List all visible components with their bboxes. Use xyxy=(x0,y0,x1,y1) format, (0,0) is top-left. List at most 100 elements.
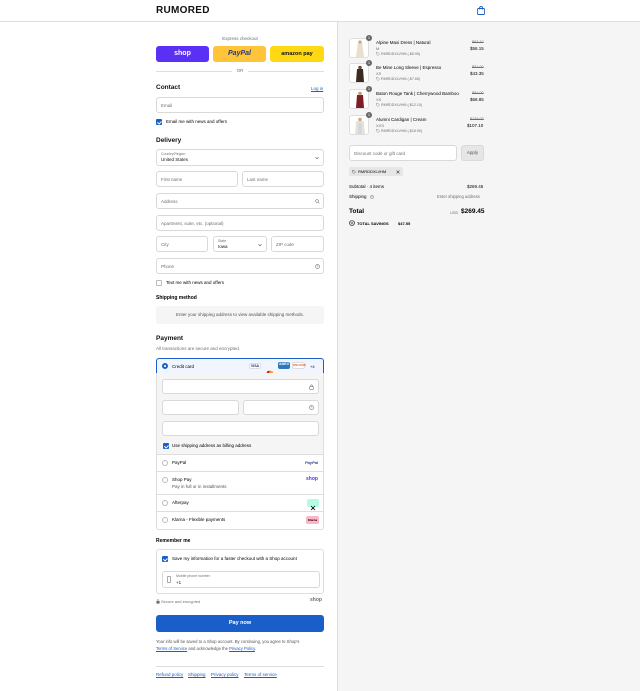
shop-pay-radio[interactable] xyxy=(162,477,168,483)
original-price: $63.10 xyxy=(472,40,484,44)
privacy-policy-footer-link[interactable]: Privacy policy xyxy=(211,672,239,677)
close-icon[interactable] xyxy=(396,169,400,174)
product-variant: XS xyxy=(376,97,382,102)
discount-code-line: RMRDDXLVHM (-$12.15) xyxy=(381,103,423,107)
shopping-bag-icon[interactable] xyxy=(477,6,485,15)
express-checkout-label: Express checkout xyxy=(222,36,258,41)
quantity-badge: 1 xyxy=(366,112,372,118)
help-icon[interactable]: ? xyxy=(309,405,314,410)
paypal-button[interactable]: PayPal xyxy=(213,46,266,62)
tag-icon xyxy=(376,77,380,81)
chevron-down-icon xyxy=(258,243,262,247)
text-news-checkbox[interactable] xyxy=(156,280,162,286)
country-value: United States xyxy=(161,157,189,162)
original-price: $126.00 xyxy=(470,117,484,121)
help-icon[interactable]: ? xyxy=(315,264,320,269)
apply-button[interactable]: Apply xyxy=(461,145,484,161)
card-number-field[interactable] xyxy=(162,379,319,394)
state-label: State xyxy=(218,239,227,243)
site-header: RUMORED xyxy=(0,0,640,22)
svg-text:?: ? xyxy=(371,196,373,199)
secure-label: Secure and encrypted xyxy=(161,599,201,604)
login-link[interactable]: Log in xyxy=(311,86,323,91)
mobile-phone-icon xyxy=(167,576,171,583)
remember-me-title: Remember me xyxy=(156,538,191,544)
afterpay-option-label: Afterpay xyxy=(172,500,189,505)
lock-icon xyxy=(156,599,160,604)
quantity-badge: 1 xyxy=(366,35,372,41)
credit-card-radio[interactable] xyxy=(162,363,168,369)
product-name: Be Mine Long Sleeve | Espresso xyxy=(376,65,442,70)
discount-code-field[interactable]: Discount code or gift card xyxy=(349,145,457,161)
total-value: $269.45 xyxy=(461,208,485,215)
address-field[interactable]: Address xyxy=(156,193,324,209)
payment-title: Payment xyxy=(156,335,184,342)
product-variant: XXS xyxy=(376,123,385,128)
product-thumbnail xyxy=(349,38,369,58)
city-field[interactable]: City xyxy=(156,236,208,252)
save-info-checkbox[interactable] xyxy=(162,556,168,562)
paypal-radio[interactable] xyxy=(162,460,168,466)
store-logo[interactable]: RUMORED xyxy=(156,5,210,16)
quantity-badge: 1 xyxy=(366,86,372,92)
mobile-phone-label: Mobile phone number xyxy=(176,574,210,578)
email-placeholder: Email xyxy=(161,103,173,108)
shop-logo: shop xyxy=(310,597,322,603)
product-price: $68.85 xyxy=(470,97,484,102)
country-select[interactable]: Country/Region United States xyxy=(156,149,324,166)
last-name-field[interactable]: Last name xyxy=(242,171,324,187)
paypal-option[interactable]: PayPal PayPal xyxy=(156,455,324,472)
shipping-value: Enter shipping address xyxy=(437,194,480,199)
shop-pay-logo: shop xyxy=(306,476,318,482)
klarna-radio[interactable] xyxy=(162,517,168,523)
savings-tag-icon xyxy=(349,220,355,226)
total-label: Total xyxy=(349,208,365,215)
discover-icon: DISCOVER xyxy=(292,362,307,369)
pay-now-button[interactable]: Pay now xyxy=(156,615,324,632)
chevron-down-icon xyxy=(315,156,319,160)
save-info-label: Save my information for a faster checkou… xyxy=(172,556,297,561)
shop-pay-option[interactable]: Shop Pay Pay in full or in installments … xyxy=(156,472,324,495)
billing-address-checkbox[interactable] xyxy=(163,443,169,449)
security-code-field[interactable]: ? xyxy=(243,400,319,415)
country-label: Country/Region xyxy=(161,152,186,156)
name-on-card-field[interactable] xyxy=(162,421,319,436)
tag-icon xyxy=(352,169,356,174)
expiration-field[interactable] xyxy=(162,400,239,415)
terms-of-service-footer-link[interactable]: Terms of service xyxy=(244,672,277,677)
last-name-placeholder: Last name xyxy=(247,177,269,182)
terms-of-service-link[interactable]: Terms of Service xyxy=(156,646,187,651)
apartment-field[interactable]: Apartment, suite, etc. (optional) xyxy=(156,215,324,231)
credit-card-option[interactable]: Credit card VISA AMEX DISCOVER +4 xyxy=(156,358,324,376)
shop-pay-sub-label: Pay in full or in installments xyxy=(172,484,227,489)
first-name-field[interactable]: First name xyxy=(156,171,238,187)
address-placeholder: Address xyxy=(161,199,178,204)
shop-pay-button[interactable]: shop xyxy=(156,46,209,62)
mobile-phone-field[interactable]: Mobile phone number +1 xyxy=(162,571,320,588)
or-label: OR xyxy=(236,68,244,73)
paypal-label: PayPal xyxy=(228,50,251,57)
or-divider-left xyxy=(156,71,232,72)
discount-placeholder: Discount code or gift card xyxy=(354,151,406,156)
refund-policy-link[interactable]: Refund policy xyxy=(156,672,183,677)
afterpay-option[interactable]: Afterpay xyxy=(156,495,324,512)
disclaimer-end: . xyxy=(254,645,257,651)
remember-me-box: Save my information for a faster checkou… xyxy=(156,549,324,594)
phone-field[interactable]: Phone ? xyxy=(156,258,324,274)
help-icon[interactable]: ? xyxy=(370,195,374,199)
klarna-option[interactable]: Klarna - Flexible payments Klarna xyxy=(156,512,324,530)
afterpay-radio[interactable] xyxy=(162,500,168,506)
privacy-policy-link[interactable]: Privacy Policy xyxy=(229,646,255,651)
state-select[interactable]: State Iowa xyxy=(213,236,267,252)
tag-icon xyxy=(376,103,380,107)
email-news-checkbox[interactable] xyxy=(156,119,162,125)
svg-text:?: ? xyxy=(311,406,313,410)
original-price: $81.00 xyxy=(472,91,484,95)
shipping-policy-link[interactable]: Shipping xyxy=(188,672,206,677)
zip-field[interactable]: ZIP code xyxy=(271,236,324,252)
email-field[interactable]: Email xyxy=(156,97,324,113)
mastercard-icon xyxy=(264,363,276,376)
contact-title: Contact xyxy=(156,84,181,91)
amazon-pay-button[interactable]: amazon pay xyxy=(270,46,324,62)
apartment-placeholder: Apartment, suite, etc. (optional) xyxy=(161,221,224,226)
